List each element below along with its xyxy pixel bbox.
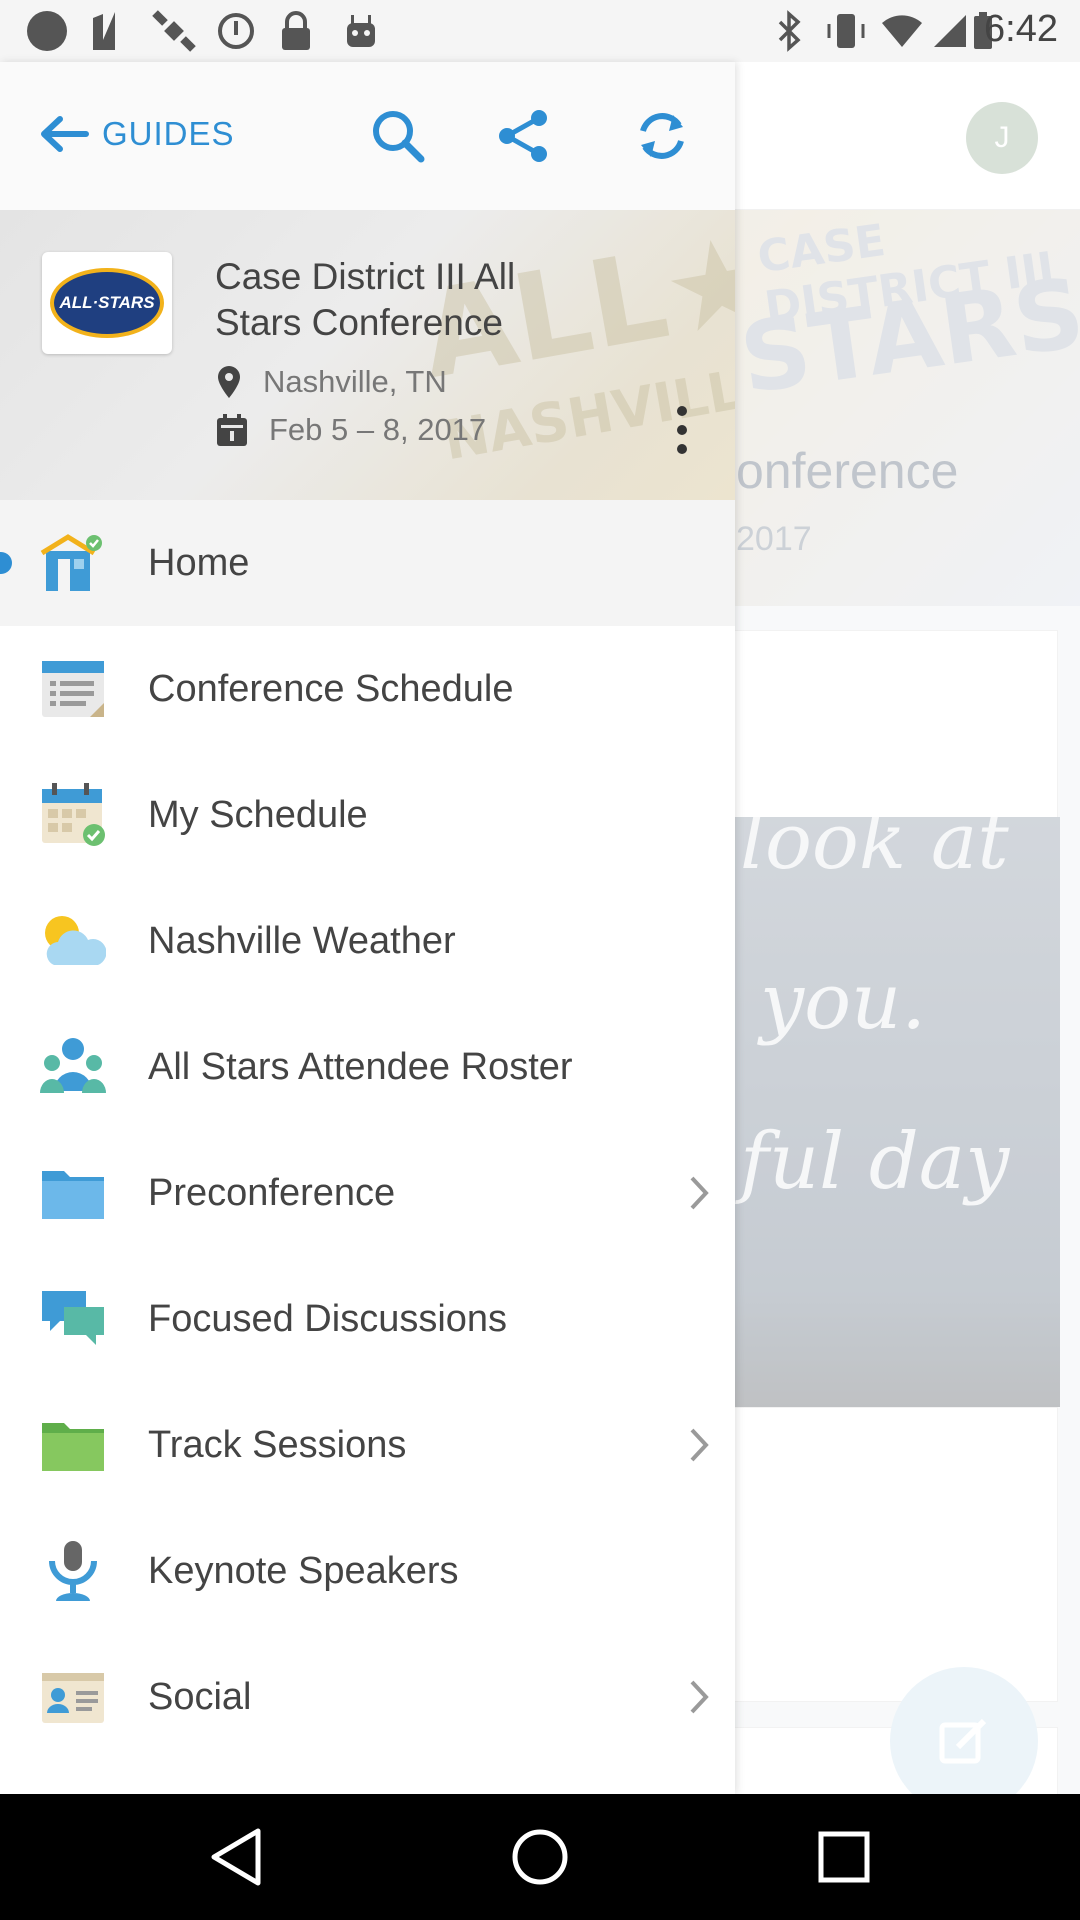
menu-label: Keynote Speakers [148,1549,459,1592]
menu-item-nashville-weather[interactable]: Nashville Weather [0,878,735,1004]
menu-item-home[interactable]: Home [0,500,735,626]
navigation-drawer: GUIDES ALL★S NASHVILLE ALL·STARS Case Di… [0,62,735,1794]
event-dates: Feb 5 – 8, 2017 [215,408,486,452]
chevron-right-icon [690,1680,709,1714]
home-icon [40,534,102,591]
search-icon [373,111,425,163]
event-logo: ALL·STARS [42,252,172,354]
drawer-menu: Home Conference Schedule My Schedule Nas… [0,500,735,1760]
event-more-button[interactable] [664,395,700,465]
menu-label: Home [148,541,250,584]
nav-recents-button[interactable] [804,1822,884,1892]
status-bar: 6:42 [0,0,1080,62]
active-indicator [0,552,12,574]
nav-back-button[interactable] [196,1822,276,1892]
people-icon [40,1038,106,1093]
microphone-icon [49,1541,97,1601]
menu-label: Conference Schedule [148,667,514,710]
status-time: 6:42 [984,8,1058,50]
arrow-back-icon [41,116,89,152]
event-header[interactable]: ALL★S NASHVILLE ★ 2017 ALL·STARS Case Di… [0,210,735,500]
bluetooth-icon [770,10,810,52]
refresh-button[interactable] [626,100,698,172]
alarm-icon [214,10,258,52]
more-dot [677,406,687,416]
all-stars-logo: ALL·STARS [50,268,164,338]
share-button[interactable] [488,100,560,172]
menu-label: Track Sessions [148,1423,407,1466]
event-location: Nashville, TN [215,360,447,404]
menu-label: All Stars Attendee Roster [148,1045,573,1088]
weather-icon [45,916,106,965]
event-location-text: Nashville, TN [263,364,447,399]
menu-item-my-schedule[interactable]: My Schedule [0,752,735,878]
home-circle-icon [512,1829,568,1885]
lock-icon [276,10,316,52]
menu-item-social[interactable]: Social [0,1634,735,1760]
chat-bubbles-icon [42,1291,104,1345]
menu-item-keynote-speakers[interactable]: Keynote Speakers [0,1508,735,1634]
location-pin-icon [218,366,240,398]
menu-item-focused-discussions[interactable]: Focused Discussions [0,1256,735,1382]
menu-label: My Schedule [148,793,368,836]
guides-label: GUIDES [102,115,235,152]
menu-label: Focused Discussions [148,1297,508,1340]
menu-item-preconference[interactable]: Preconference [0,1130,735,1256]
more-dot [677,425,687,435]
refresh-icon [640,113,684,159]
share-icon [499,110,547,162]
menu-item-attendee-roster[interactable]: All Stars Attendee Roster [0,1004,735,1130]
folder-blue-icon [42,1171,104,1219]
android-icon [338,10,384,52]
more-dot [677,444,687,454]
news-icon [86,10,132,52]
menu-label: Social [148,1675,252,1718]
wifi-icon [880,10,924,52]
calendar-check-icon [42,783,105,846]
record-icon [24,10,70,52]
menu-item-track-sessions[interactable]: Track Sessions [0,1382,735,1508]
menu-item-conference-schedule[interactable]: Conference Schedule [0,626,735,752]
schedule-list-icon [42,661,104,717]
back-icon [211,1828,261,1886]
folder-green-icon [42,1423,104,1471]
search-button[interactable] [362,100,434,172]
drawer-toolbar: GUIDES [0,62,735,210]
event-title: Case District III All Stars Conference [215,256,516,343]
satellite-icon [150,10,198,52]
menu-label: Nashville Weather [148,919,456,962]
signal-icon [930,10,970,52]
menu-label: Preconference [148,1171,396,1214]
nav-home-button[interactable] [500,1822,580,1892]
recents-icon [818,1831,870,1883]
system-nav-bar [0,1794,1080,1920]
contact-card-icon [42,1673,104,1723]
chevron-right-icon [690,1428,709,1462]
vibrate-icon [824,10,868,52]
event-dates-text: Feb 5 – 8, 2017 [269,412,487,447]
guides-back-button[interactable]: GUIDES [38,104,235,164]
calendar-icon [217,414,247,446]
chevron-right-icon [690,1176,709,1210]
